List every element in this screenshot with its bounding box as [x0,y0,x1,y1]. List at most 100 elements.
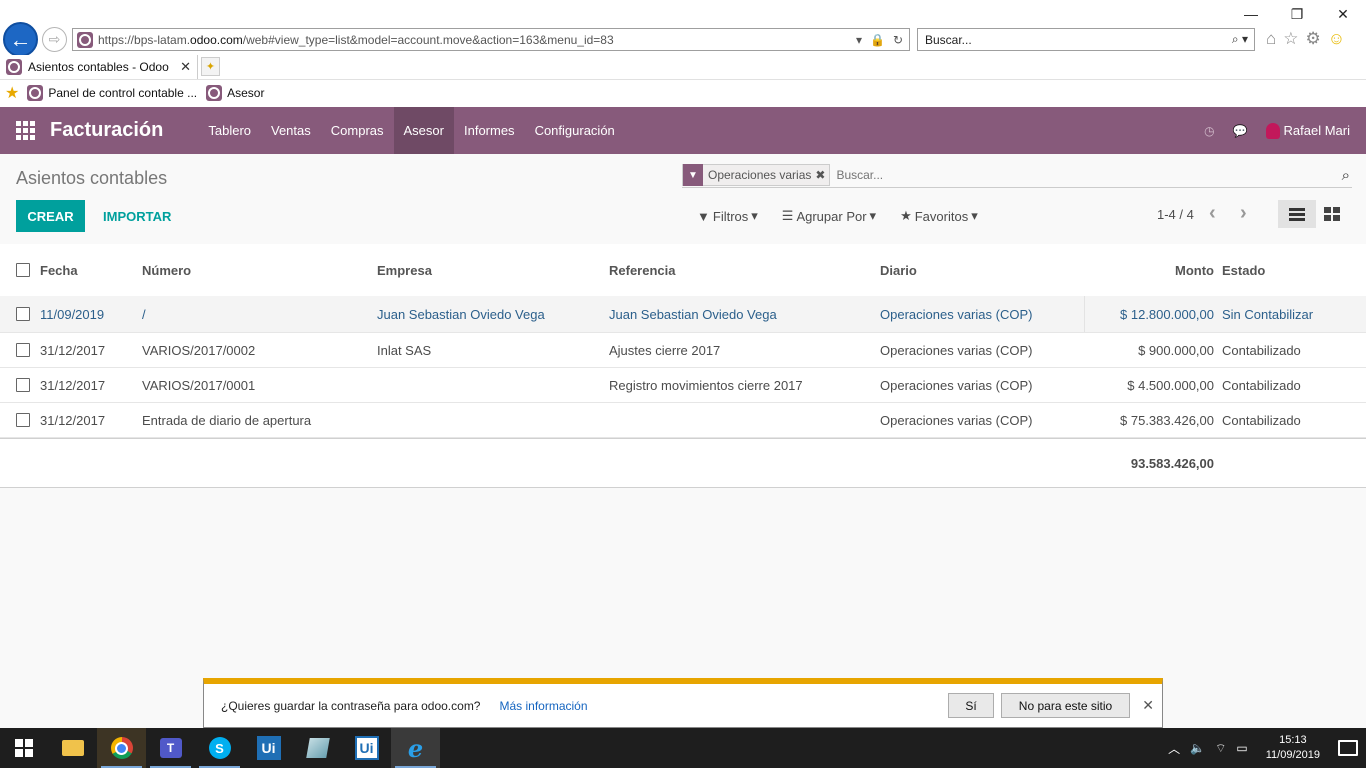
cell-referencia: Juan Sebastian Oviedo Vega [609,306,777,322]
new-tab-button[interactable]: ✦ [201,57,220,76]
cell-monto: $ 4.500.000,00 [1127,377,1214,393]
column-header-referencia[interactable]: Referencia [609,244,675,296]
dropdown-arrow-icon[interactable]: ▾ [856,33,862,47]
clock-date: 11/09/2019 [1265,749,1320,761]
folder-icon [61,740,84,756]
cell-referencia: Registro movimientos cierre 2017 [609,377,803,393]
save-password-yes-button[interactable]: Sí [948,693,994,718]
facet-remove-icon[interactable]: ✖ [815,168,829,182]
forward-arrow-icon: ⇨ [48,31,61,47]
minimize-button[interactable]: — [1228,0,1274,28]
forward-button[interactable]: ⇨ [42,27,67,52]
close-icon[interactable]: ✕ [1142,697,1154,714]
close-window-button[interactable]: ✕ [1320,0,1366,28]
taskbar-uipath-studio[interactable]: Ui [244,728,293,768]
search-icon[interactable]: ⌕ [1342,167,1350,184]
close-tab-icon[interactable]: ✕ [180,59,197,75]
clock[interactable]: 15:13 11/09/2019 [1266,733,1320,763]
chat-icon[interactable]: 💬 [1233,124,1248,138]
taskbar-chrome[interactable] [97,728,146,768]
cell-fecha: 11/09/2019 [40,306,105,322]
caret-down-icon: ▾ [751,208,758,223]
column-header-fecha[interactable]: Fecha [40,244,78,296]
chevron-up-icon[interactable]: ︿ [1168,740,1180,757]
not-for-this-site-button[interactable]: No para este sitio [1001,693,1130,718]
taskbar-internet-explorer[interactable]: e [391,728,440,768]
volume-icon[interactable]: 🔈 [1190,741,1205,755]
cell-monto: $ 75.383.426,00 [1120,412,1214,428]
avatar [1265,122,1280,139]
taskbar-teams[interactable]: T [146,728,195,768]
taskbar-notes[interactable] [293,728,342,768]
wifi-icon[interactable]: ⌔ [1215,741,1226,756]
row-checkbox[interactable] [16,368,31,402]
gear-icon[interactable]: ⚙ [1306,29,1321,49]
favorites-bar: ★ Panel de control contable ... Asesor [0,81,273,105]
taskbar-uipath-robot[interactable]: Ui [342,728,391,768]
menu-ventas[interactable]: Ventas [261,107,321,154]
table-row[interactable]: 11/09/2019 / Juan Sebastian Oviedo Vega … [0,296,1366,333]
pager-value[interactable]: 1-4 / 4 [1157,207,1194,222]
kanban-view-icon [1324,207,1340,221]
refresh-icon[interactable]: ↻ [893,33,903,47]
lock-icon[interactable]: 🔒 [870,33,885,47]
table-row[interactable]: 31/12/2017 Entrada de diario de apertura… [0,403,1366,438]
taskbar-file-explorer[interactable] [48,728,97,768]
table-row[interactable]: 31/12/2017 VARIOS/2017/0002 Inlat SAS Aj… [0,333,1366,368]
groupby-dropdown[interactable]: ☰ Agrupar Por ▾ [782,208,876,224]
back-button[interactable]: ← [3,22,38,57]
address-bar[interactable]: https://bps-latam.odoo.com/web#view_type… [72,28,910,51]
row-checkbox[interactable] [16,403,31,437]
column-header-monto[interactable]: Monto [1084,244,1214,296]
menu-compras[interactable]: Compras [321,107,394,154]
column-header-empresa[interactable]: Empresa [377,244,432,296]
favorites-dropdown[interactable]: ★ Favoritos ▾ [900,208,978,224]
favorite-link-panel[interactable]: Panel de control contable ... [27,85,197,101]
menu-tablero[interactable]: Tablero [198,107,261,154]
menu-asesor[interactable]: Asesor [393,107,454,154]
table-row[interactable]: 31/12/2017 VARIOS/2017/0001 Registro mov… [0,368,1366,403]
search-input[interactable] [836,168,1317,182]
more-info-link[interactable]: Más información [499,699,587,713]
table-header: Fecha Número Empresa Referencia Diario M… [0,244,1366,296]
row-checkbox[interactable] [16,333,31,367]
chrome-icon [110,737,133,759]
favorites-add-icon[interactable]: ★ [5,83,19,103]
restore-button[interactable]: ❐ [1274,0,1320,28]
favorite-link-asesor[interactable]: Asesor [206,85,264,101]
home-icon[interactable]: ⌂ [1266,29,1276,49]
taskbar-skype[interactable]: S [195,728,244,768]
activity-clock-icon[interactable]: ◷ [1204,124,1214,138]
browser-search-box[interactable]: Buscar... ⌕ ▾ [917,28,1255,51]
apps-menu-icon[interactable] [0,121,50,140]
kanban-view-button[interactable] [1318,200,1346,228]
address-url[interactable]: https://bps-latam.odoo.com/web#view_type… [98,33,614,47]
search-icon[interactable]: ⌕ ▾ [1232,32,1254,47]
cell-empresa: Juan Sebastian Oviedo Vega [377,306,545,322]
battery-icon[interactable]: ▭ [1236,741,1247,755]
select-all-checkbox[interactable] [16,244,31,296]
notification-center-icon[interactable] [1338,740,1358,756]
create-button[interactable]: CREAR [16,200,85,232]
column-header-diario[interactable]: Diario [880,244,917,296]
browser-tab[interactable]: Asientos contables - Odoo ✕ [0,55,198,79]
search-facet[interactable]: ▼ Operaciones varias ✖ [682,164,831,186]
favorites-star-icon[interactable]: ☆ [1283,29,1298,49]
column-header-numero[interactable]: Número [142,244,191,296]
cell-diario: Operaciones varias (COP) [880,412,1033,428]
import-button[interactable]: IMPORTAR [93,200,181,232]
start-button[interactable] [0,728,48,768]
row-checkbox[interactable] [16,296,31,332]
column-header-estado[interactable]: Estado [1222,244,1265,296]
filter-icon: ▼ [697,208,710,224]
cell-referencia: Ajustes cierre 2017 [609,342,721,358]
list-view-icon [1289,207,1305,221]
feedback-smiley-icon[interactable]: ☺ [1328,29,1345,49]
filters-dropdown[interactable]: ▼ Filtros ▾ [697,208,758,224]
menu-informes[interactable]: Informes [454,107,525,154]
menu-configuracion[interactable]: Configuración [525,107,625,154]
pager-next-icon[interactable]: › [1240,202,1247,225]
list-view-button[interactable] [1278,200,1316,228]
user-menu[interactable]: Rafael Mari [1265,122,1350,139]
pager-previous-icon[interactable]: ‹ [1209,202,1216,225]
